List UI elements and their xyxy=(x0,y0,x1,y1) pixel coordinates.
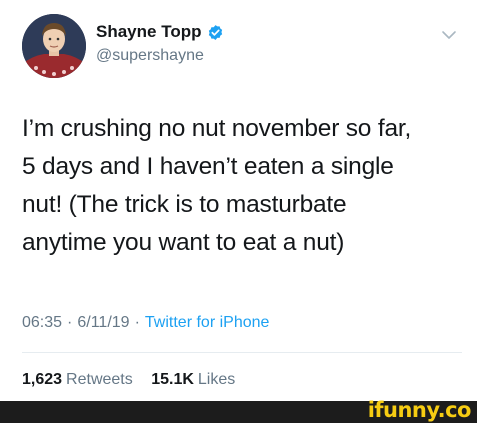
retweets-stat[interactable]: 1,623 Retweets xyxy=(22,371,137,388)
tweet-text-line: 5 days and I haven’t eaten a single xyxy=(22,153,394,180)
meta-separator: · xyxy=(134,314,140,331)
tweet-meta: 06:35 · 6/11/19 · Twitter for iPhone xyxy=(22,312,269,334)
retweets-count: 1,623 xyxy=(22,371,63,388)
tweet-text-line: I’m crushing no nut november so far, xyxy=(22,115,412,142)
likes-count: 15.1K xyxy=(151,371,194,388)
likes-stat[interactable]: 15.1K Likes xyxy=(151,371,235,388)
ifunny-watermark: ifunny.co xyxy=(367,398,472,422)
meta-separator: · xyxy=(67,314,73,331)
avatar-image xyxy=(22,14,86,78)
author-handle[interactable]: @supershayne xyxy=(96,46,204,66)
tweet-text: I’m crushing no nut november so far, 5 d… xyxy=(22,110,462,262)
tweet-time[interactable]: 06:35 xyxy=(22,314,62,331)
avatar[interactable] xyxy=(22,14,86,78)
likes-label: Likes xyxy=(197,371,236,388)
tweet-date[interactable]: 6/11/19 xyxy=(77,314,129,331)
tweet-source-link[interactable]: Twitter for iPhone xyxy=(145,314,270,331)
divider xyxy=(22,352,462,353)
author-name-row: Shayne Topp xyxy=(96,22,224,42)
tweet-stats: 1,623 Retweets 15.1K Likes xyxy=(22,369,235,391)
chevron-down-icon[interactable] xyxy=(440,26,458,44)
tweet-text-line: nut! (The trick is to masturbate xyxy=(22,191,347,218)
retweets-label: Retweets xyxy=(66,371,133,388)
tweet-card: Shayne Topp @supershayne I’m crushing no… xyxy=(0,0,477,400)
verified-badge-icon xyxy=(207,24,224,41)
author-display-name[interactable]: Shayne Topp xyxy=(96,22,201,42)
tweet-text-line: anytime you want to eat a nut) xyxy=(22,229,345,256)
